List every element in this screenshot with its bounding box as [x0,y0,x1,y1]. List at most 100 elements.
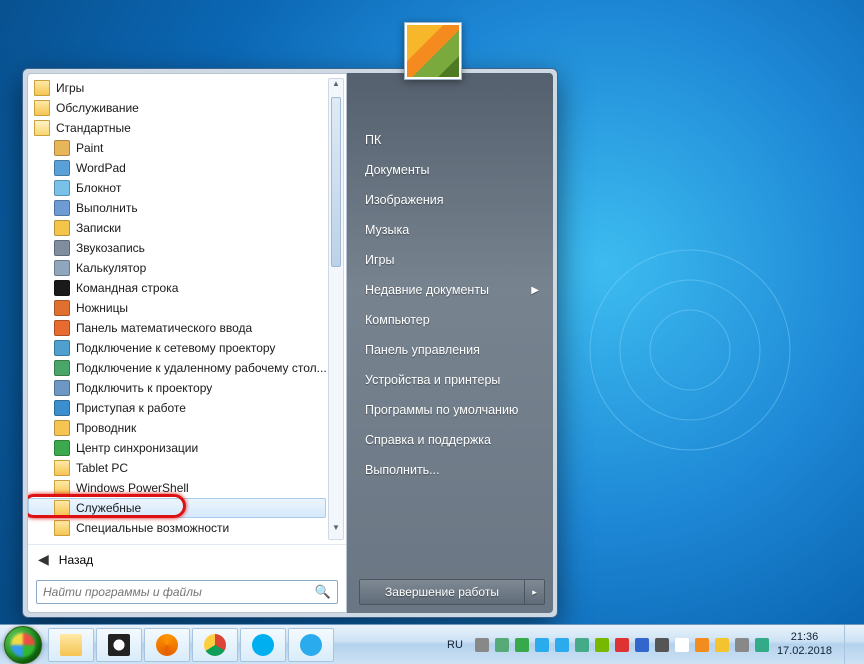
start-right-0[interactable]: ПК [359,125,545,155]
program-item-sticky[interactable]: Записки [28,218,326,238]
rdp-icon [54,360,70,376]
taskbar-skype[interactable] [240,628,286,662]
program-item-sync[interactable]: Центр синхронизации [28,438,326,458]
start-right-2[interactable]: Изображения [359,185,545,215]
explorer-icon [60,634,82,656]
taskbar-explorer[interactable] [48,628,94,662]
program-item-folder[interactable]: Windows PowerShell [28,478,326,498]
taskbar-panda[interactable] [96,628,142,662]
right-item-label: Игры [365,253,394,267]
program-item-folder[interactable]: Специальные возможности [28,518,326,538]
right-item-label: ПК [365,133,381,147]
sync-icon [54,440,70,456]
show-desktop-button[interactable] [844,625,854,664]
program-item-cmd[interactable]: Командная строка [28,278,326,298]
taskbar-chrome[interactable] [192,628,238,662]
folder-icon [34,120,50,136]
start-right-8[interactable]: Устройства и принтеры [359,365,545,395]
program-label: Командная строка [76,281,178,295]
tray-yandex-icon[interactable] [715,638,729,652]
program-item-folder[interactable]: Служебные [28,498,326,518]
program-item-math[interactable]: Панель математического ввода [28,318,326,338]
start-menu-right-pane: ПК ДокументыИзображения Музыка Игры Недавние… [347,73,553,613]
start-right-9[interactable]: Программы по умолчанию [359,395,545,425]
program-item-calc[interactable]: Калькулятор [28,258,326,278]
language-indicator[interactable]: RU [443,639,467,651]
program-label: Служебные [76,501,141,515]
start-menu: ИгрыОбслуживаниеСтандартныеPaintWordPadБ… [22,68,558,618]
taskbar-firefox[interactable] [144,628,190,662]
wordpad-icon [54,160,70,176]
start-right-3[interactable]: Музыка [359,215,545,245]
program-item-folder-open[interactable]: Стандартные [28,118,326,138]
program-item-wordpad[interactable]: WordPad [28,158,326,178]
shutdown-button[interactable]: Завершение работы [359,579,525,605]
program-label: Звукозапись [76,241,145,255]
program-item-folder[interactable]: Обслуживание [28,98,326,118]
program-label: Подключение к удаленному рабочему стол..… [76,361,326,375]
skype-icon [252,634,274,656]
tray-net-icon[interactable] [655,638,669,652]
tray-chevron-icon[interactable] [495,638,509,652]
taskbar-telegram[interactable] [288,628,334,662]
right-item-label: Музыка [365,223,409,237]
program-item-folder[interactable]: Tablet PC [28,458,326,478]
program-item-paint[interactable]: Paint [28,138,326,158]
sticky-icon [54,220,70,236]
tray-vol-icon[interactable] [735,638,749,652]
program-item-netproj[interactable]: Подключение к сетевому проектору [28,338,326,358]
taskbar: RU 21:36 17.02.2018 [0,624,864,664]
explorer-icon [54,420,70,436]
search-input[interactable] [43,585,315,599]
program-item-run[interactable]: Выполнить [28,198,326,218]
tray-flag-icon[interactable] [675,638,689,652]
start-icon [54,400,70,416]
program-label: Блокнот [76,181,121,195]
search-icon: 🔍 [315,584,331,600]
tray-telegram-icon[interactable] [555,638,569,652]
shutdown-menu-button[interactable]: ▸ [525,579,545,605]
program-item-mic[interactable]: Звукозапись [28,238,326,258]
tray-audio-icon[interactable] [615,638,629,652]
start-button[interactable] [4,626,42,664]
tray-realtek-icon[interactable] [695,638,709,652]
program-item-rdp[interactable]: Подключение к удаленному рабочему стол..… [28,358,326,378]
taskbar-clock[interactable]: 21:36 17.02.2018 [777,631,832,657]
scrollbar-thumb[interactable] [331,97,341,267]
start-right-6[interactable]: Компьютер [359,305,545,335]
tray-keyboard-icon[interactable] [475,638,489,652]
program-item-folder[interactable]: Игры [28,78,326,98]
start-right-10[interactable]: Справка и поддержка [359,425,545,455]
start-right-7[interactable]: Панель управления [359,335,545,365]
user-avatar[interactable] [404,22,462,80]
program-label: Tablet PC [76,461,128,475]
program-label: Выполнить [76,201,138,215]
tray-core-icon[interactable] [635,638,649,652]
program-item-snip[interactable]: Ножницы [28,298,326,318]
tray-action-icon[interactable] [535,638,549,652]
right-item-label: Недавние документы [365,283,489,297]
program-item-proj[interactable]: Подключить к проектору [28,378,326,398]
program-item-explorer[interactable]: Проводник [28,418,326,438]
start-right-5[interactable]: Недавние документы▶ [359,275,545,305]
tray-vpn-icon[interactable] [575,638,589,652]
program-label: Ножницы [76,301,128,315]
start-right-11[interactable]: Выполнить... [359,455,545,485]
search-container: 🔍 [28,574,346,612]
program-label: Подключение к сетевому проектору [76,341,275,355]
mic-icon [54,240,70,256]
back-button[interactable]: ◀ Назад [28,544,346,574]
panda-icon [108,634,130,656]
calc-icon [54,260,70,276]
tray-nvidia-icon[interactable] [595,638,609,652]
program-item-notepad[interactable]: Блокнот [28,178,326,198]
right-item-label: Компьютер [365,313,430,327]
start-right-4[interactable]: Игры [359,245,545,275]
back-label: Назад [59,553,93,567]
program-label: Приступая к работе [76,401,186,415]
programs-scrollbar[interactable]: ▲▼ [328,78,344,540]
program-item-start[interactable]: Приступая к работе [28,398,326,418]
start-right-1[interactable]: Документы [359,155,545,185]
tray-net2-icon[interactable] [755,638,769,652]
tray-safe-icon[interactable] [515,638,529,652]
